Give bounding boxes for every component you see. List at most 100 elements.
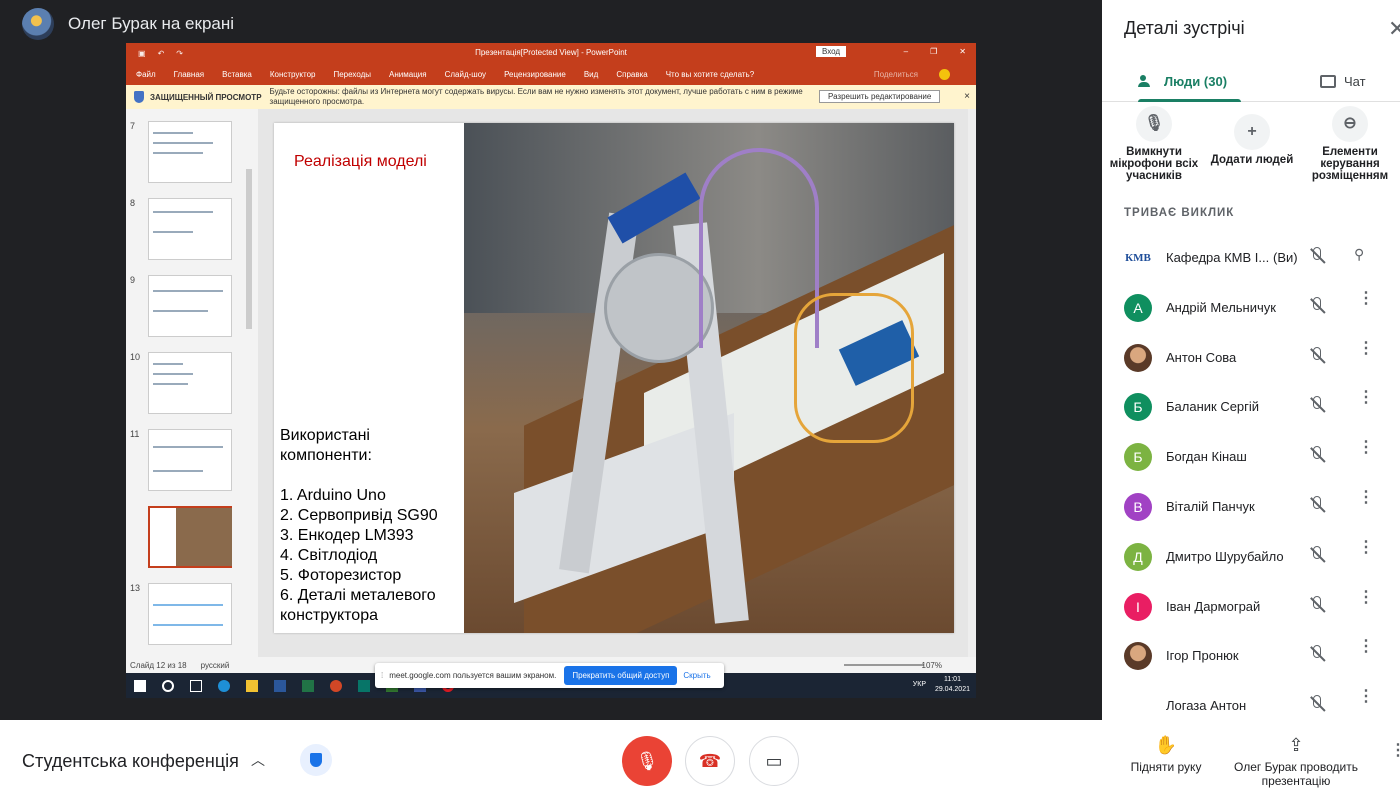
host-controls-shield-button[interactable] <box>300 744 332 776</box>
menu-review[interactable]: Рецензирование <box>504 70 566 79</box>
menu-animation[interactable]: Анимация <box>389 70 427 79</box>
search-icon[interactable] <box>162 679 174 692</box>
more-options-icon[interactable]: ⋮ <box>1358 290 1374 306</box>
menu-slideshow[interactable]: Слайд-шоу <box>445 70 486 79</box>
close-icon[interactable]: ✕ <box>1388 16 1400 42</box>
menu-home[interactable]: Главная <box>174 70 204 79</box>
publisher-icon[interactable] <box>358 679 370 692</box>
thumbnail-image[interactable] <box>148 583 232 645</box>
slide-scrollbar[interactable] <box>968 109 976 673</box>
drag-handle-icon[interactable]: ⁞ <box>381 671 383 680</box>
thumbnail-item[interactable]: 8 <box>126 186 258 260</box>
mic-off-icon[interactable] <box>1308 545 1324 564</box>
keyboard-language[interactable]: УКР <box>913 681 926 688</box>
minimize-icon[interactable]: – <box>904 47 908 56</box>
mic-off-icon[interactable] <box>1308 446 1324 464</box>
menu-insert[interactable]: Вставка <box>222 70 252 79</box>
more-options-icon[interactable]: ⋮ <box>1358 490 1374 506</box>
powerpoint-icon[interactable] <box>330 679 342 692</box>
thumbnail-image[interactable] <box>148 275 232 337</box>
mic-off-icon[interactable] <box>1308 595 1324 614</box>
window-controls[interactable]: – ❐ ✕ <box>904 47 966 56</box>
add-people-label: Додати людей <box>1210 154 1294 166</box>
mic-off-icon[interactable] <box>1308 346 1324 365</box>
presentation-label: Олег Бурак проводить презентацію <box>1234 760 1358 788</box>
close-icon[interactable]: × <box>964 91 970 102</box>
thumbnail-image[interactable] <box>148 429 232 491</box>
microphone-toggle-button[interactable]: 🎙 <box>622 736 672 786</box>
thumbnail-item[interactable]: 7 <box>126 109 258 183</box>
participant-row[interactable]: В Віталій Панчук ⋮ <box>1102 481 1400 531</box>
participant-row[interactable]: Д Дмитро Шурубайло ⋮ <box>1102 531 1400 581</box>
add-people-button[interactable]: + Додати людей <box>1197 112 1307 166</box>
thumbnail-item-active[interactable]: 12 <box>126 494 258 568</box>
zoom-level[interactable]: 107% <box>922 661 942 670</box>
more-options-icon[interactable]: ⋮ <box>1390 743 1400 759</box>
chevron-up-icon[interactable]: ︿ <box>251 750 265 770</box>
login-button[interactable]: Вход <box>816 46 847 57</box>
more-options-icon[interactable]: ⋮ <box>1358 340 1374 356</box>
menu-design[interactable]: Конструктор <box>270 70 316 79</box>
participant-row[interactable]: А Андрій Мельничук ⋮ <box>1102 282 1400 332</box>
excel-icon[interactable] <box>302 679 314 692</box>
pin-icon[interactable]: ⚲ <box>1354 246 1364 263</box>
thumbnail-item[interactable]: 10 <box>126 340 258 414</box>
file-explorer-icon[interactable] <box>246 679 258 692</box>
ppt-document-title: Презентація[Protected View] - PowerPoint <box>475 48 627 57</box>
mic-off-icon[interactable] <box>1308 645 1324 663</box>
more-options-icon[interactable]: ⋮ <box>1358 589 1374 605</box>
more-options-icon[interactable]: ⋮ <box>1358 639 1374 655</box>
smiley-icon[interactable] <box>939 68 950 80</box>
section-in-call: ТРИВАЄ ВИКЛИК <box>1124 207 1235 219</box>
thumbnail-item[interactable]: 9 <box>126 263 258 337</box>
mic-off-icon[interactable] <box>1308 296 1324 315</box>
tell-me-search[interactable]: Что вы хотите сделать? <box>666 70 754 79</box>
more-options-icon[interactable]: ⋮ <box>1358 390 1374 406</box>
thumbnail-image[interactable] <box>148 198 232 260</box>
mic-off-icon[interactable] <box>1308 496 1324 514</box>
participant-row[interactable]: Б Баланик Сергій ⋮ <box>1102 381 1400 431</box>
more-options-icon[interactable]: ⋮ <box>1358 539 1374 555</box>
maximize-icon[interactable]: ❐ <box>930 47 937 56</box>
tab-people[interactable]: Люди (30) <box>1138 60 1242 102</box>
stop-sharing-button[interactable]: Прекратить общий доступ <box>564 666 678 685</box>
meeting-name[interactable]: Студентська конференція <box>22 751 239 772</box>
edge-icon[interactable] <box>218 679 230 692</box>
thumbnail-image[interactable] <box>148 121 232 183</box>
thumbnail-item[interactable]: 13 <box>126 571 258 645</box>
camera-toggle-button[interactable]: ▭ <box>749 736 799 786</box>
participant-row[interactable]: КМВ Кафедра КМВ І... (Ви) ⚲ <box>1102 232 1400 282</box>
enable-editing-button[interactable]: Разрешить редактирование <box>819 90 941 103</box>
presentation-button[interactable]: ⇪ Олег Бурак проводить презентацію <box>1220 736 1372 788</box>
menu-view[interactable]: Вид <box>584 70 598 79</box>
menu-help[interactable]: Справка <box>616 70 647 79</box>
raise-hand-button[interactable]: ✋ Підняти руку <box>1122 736 1210 774</box>
mic-off-icon[interactable] <box>1308 695 1324 713</box>
thumbnail-scrollbar[interactable] <box>246 169 252 329</box>
mic-off-icon[interactable] <box>1308 396 1324 414</box>
menu-transitions[interactable]: Переходы <box>333 70 371 79</box>
windows-start-icon[interactable] <box>134 679 146 692</box>
more-options-icon[interactable]: ⋮ <box>1358 440 1374 456</box>
thumbnail-image[interactable] <box>148 352 232 414</box>
mute-all-button[interactable]: 🎙 Вимкнути мікрофони всіх учасників <box>1099 104 1209 182</box>
more-options-icon[interactable]: ⋮ <box>1358 689 1374 705</box>
language-indicator[interactable]: русский <box>201 661 230 670</box>
menu-file[interactable]: Файл <box>136 70 156 79</box>
leave-call-button[interactable]: ☎ <box>685 736 735 786</box>
system-clock[interactable]: 11:01 29.04.2021 <box>935 675 970 695</box>
tab-chat[interactable]: Чат <box>1320 60 1366 102</box>
host-controls-button[interactable]: ⊖ Елементи керування розміщенням <box>1295 104 1400 182</box>
thumbnail-image[interactable] <box>148 506 232 568</box>
zoom-slider[interactable] <box>844 664 924 666</box>
participant-row[interactable]: Ігор Пронюк ⋮ <box>1102 630 1400 680</box>
task-view-icon[interactable] <box>190 679 202 692</box>
participant-row[interactable]: І Іван Дармограй ⋮ <box>1102 581 1400 631</box>
word-icon[interactable] <box>274 679 286 692</box>
thumbnail-item[interactable]: 11 <box>126 417 258 491</box>
share-link[interactable]: Поделиться <box>874 70 918 79</box>
hide-button[interactable]: Скрыть <box>683 671 710 680</box>
participant-row[interactable]: Антон Сова ⋮ <box>1102 332 1400 382</box>
participant-row[interactable]: Б Богдан Кінаш ⋮ <box>1102 431 1400 481</box>
close-icon[interactable]: ✕ <box>959 47 966 56</box>
